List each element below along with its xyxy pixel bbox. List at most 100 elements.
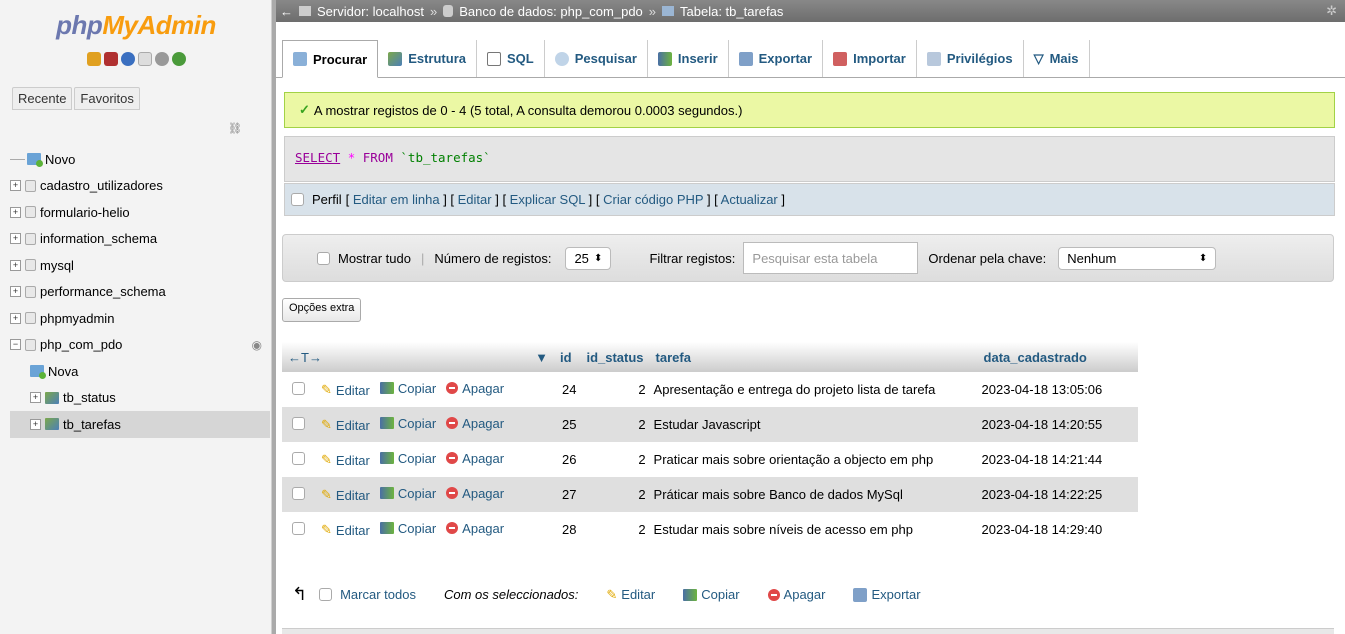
cell-id[interactable]: 26 bbox=[554, 442, 581, 477]
edit-button[interactable]: ✎ Editar bbox=[321, 382, 370, 398]
edit-button[interactable]: ✎ Editar bbox=[321, 417, 370, 433]
cell-id-status[interactable]: 2 bbox=[580, 512, 650, 547]
cell-id[interactable]: 28 bbox=[554, 512, 581, 547]
cell-id-status[interactable]: 2 bbox=[580, 407, 650, 442]
show-all-checkbox[interactable] bbox=[317, 251, 330, 265]
create-php-link[interactable]: Criar código PHP bbox=[603, 192, 703, 207]
table-row[interactable]: ✎ Editar Copiar Apagar 25 2 Estudar Javascript… bbox=[282, 407, 1138, 442]
delete-button[interactable]: Apagar bbox=[446, 416, 504, 431]
tree-new[interactable]: Novo bbox=[10, 146, 270, 173]
inline-edit-link[interactable]: Editar em linha bbox=[353, 192, 440, 207]
breadcrumb-table[interactable]: Tabela: tb_tarefas bbox=[680, 4, 783, 19]
tab-import[interactable]: Importar bbox=[823, 40, 917, 77]
row-checkbox[interactable] bbox=[292, 381, 305, 395]
tree-table-new[interactable]: Nova bbox=[10, 358, 270, 385]
phpmyadmin-logo[interactable]: phpMyAdmin bbox=[0, 10, 272, 41]
home-icon[interactable] bbox=[87, 52, 101, 66]
sql-keyword-select[interactable]: SELECT bbox=[295, 150, 340, 165]
cell-tarefa[interactable]: Apresentação e entrega do projeto lista … bbox=[649, 372, 978, 407]
row-checkbox[interactable] bbox=[292, 451, 305, 465]
delete-button[interactable]: Apagar bbox=[446, 451, 504, 466]
settings-icon[interactable] bbox=[155, 52, 169, 66]
expand-icon[interactable]: + bbox=[30, 418, 41, 430]
cell-id[interactable]: 25 bbox=[554, 407, 581, 442]
check-all-link[interactable]: Marcar todos bbox=[340, 587, 416, 602]
breadcrumb-database[interactable]: Banco de dados: php_com_pdo bbox=[459, 4, 643, 19]
profile-checkbox[interactable] bbox=[291, 193, 304, 206]
cell-data-cadastrado[interactable]: 2023-04-18 14:29:40 bbox=[977, 512, 1138, 547]
collapse-icon[interactable]: − bbox=[10, 339, 21, 351]
link-with-main-icon[interactable]: ⛓ bbox=[228, 122, 242, 135]
bulk-export-button[interactable]: Exportar bbox=[853, 587, 921, 602]
tree-db-mysql[interactable]: + mysql bbox=[10, 252, 270, 279]
row-checkbox[interactable] bbox=[292, 521, 305, 535]
docs-icon[interactable] bbox=[138, 52, 152, 66]
tab-export[interactable]: Exportar bbox=[729, 40, 824, 77]
cell-id[interactable]: 24 bbox=[554, 372, 581, 407]
expand-icon[interactable]: + bbox=[10, 312, 21, 324]
copy-button[interactable]: Copiar bbox=[379, 381, 436, 396]
delete-button[interactable]: Apagar bbox=[446, 486, 504, 501]
table-row[interactable]: ✎ Editar Copiar Apagar 27 2 Práticar mais sobr… bbox=[282, 477, 1138, 512]
copy-button[interactable]: Copiar bbox=[379, 451, 436, 466]
help-icon[interactable] bbox=[121, 52, 135, 66]
tab-favorites[interactable]: Favoritos bbox=[74, 87, 140, 110]
panel-divider[interactable] bbox=[272, 0, 276, 634]
tab-privileges[interactable]: Privilégios bbox=[917, 40, 1024, 77]
cell-tarefa[interactable]: Estudar Javascript bbox=[649, 407, 978, 442]
expand-icon[interactable]: + bbox=[10, 180, 21, 192]
edit-button[interactable]: ✎ Editar bbox=[321, 522, 370, 538]
bulk-copy-button[interactable]: Copiar bbox=[683, 587, 740, 602]
refresh-link[interactable]: Actualizar bbox=[721, 192, 778, 207]
bulk-delete-button[interactable]: Apagar bbox=[767, 587, 825, 602]
tree-db-performance-schema[interactable]: + performance_schema bbox=[10, 279, 270, 306]
tree-db-cadastro[interactable]: + cadastro_utilizadores bbox=[10, 173, 270, 200]
edit-button[interactable]: ✎ Editar bbox=[321, 452, 370, 468]
tree-db-phpmyadmin[interactable]: + phpmyadmin bbox=[10, 305, 270, 332]
tab-browse[interactable]: Procurar bbox=[282, 40, 379, 78]
expand-icon[interactable]: + bbox=[10, 286, 21, 298]
tab-more[interactable]: ▽ Mais bbox=[1024, 40, 1090, 77]
tree-db-information-schema[interactable]: + information_schema bbox=[10, 226, 270, 253]
cell-id-status[interactable]: 2 bbox=[580, 372, 650, 407]
delete-button[interactable]: Apagar bbox=[446, 521, 504, 536]
tree-table-tb-tarefas[interactable]: + tb_tarefas bbox=[10, 411, 270, 438]
expand-icon[interactable]: + bbox=[10, 233, 21, 245]
expand-icon[interactable]: + bbox=[30, 392, 41, 404]
cell-data-cadastrado[interactable]: 2023-04-18 14:21:44 bbox=[977, 442, 1138, 477]
cell-id-status[interactable]: 2 bbox=[580, 477, 650, 512]
table-row[interactable]: ✎ Editar Copiar Apagar 26 2 Praticar mais sobr… bbox=[282, 442, 1138, 477]
sort-key-select[interactable]: Nenhum ⬍ bbox=[1058, 246, 1217, 270]
cell-tarefa[interactable]: Estudar mais sobre níveis de acesso em p… bbox=[649, 512, 978, 547]
cell-id[interactable]: 27 bbox=[554, 477, 581, 512]
gear-icon[interactable]: ✲ bbox=[1326, 3, 1337, 19]
back-arrow-icon[interactable]: ← bbox=[280, 4, 293, 19]
col-header-id[interactable]: id bbox=[554, 342, 581, 372]
tab-structure[interactable]: Estrutura bbox=[378, 40, 477, 77]
row-checkbox[interactable] bbox=[292, 416, 305, 430]
cell-data-cadastrado[interactable]: 2023-04-18 14:20:55 bbox=[977, 407, 1138, 442]
cell-id-status[interactable]: 2 bbox=[580, 442, 650, 477]
bulk-edit-button[interactable]: ✎ Editar bbox=[606, 587, 655, 603]
table-row[interactable]: ✎ Editar Copiar Apagar 28 2 Estudar mais sobre… bbox=[282, 512, 1138, 547]
delete-button[interactable]: Apagar bbox=[446, 381, 504, 396]
sort-desc-icon[interactable]: ▼ bbox=[535, 350, 548, 365]
tab-sql[interactable]: SQL bbox=[477, 40, 545, 77]
tree-db-formulario[interactable]: + formulario-helio bbox=[10, 199, 270, 226]
expand-icon[interactable]: + bbox=[10, 259, 21, 271]
col-header-tarefa[interactable]: tarefa bbox=[649, 342, 978, 372]
cell-tarefa[interactable]: Práticar mais sobre Banco de dados MySql bbox=[649, 477, 978, 512]
explain-sql-link[interactable]: Explicar SQL bbox=[510, 192, 585, 207]
cell-data-cadastrado[interactable]: 2023-04-18 14:22:25 bbox=[977, 477, 1138, 512]
filter-input[interactable]: Pesquisar esta tabela bbox=[743, 242, 919, 274]
row-checkbox[interactable] bbox=[292, 486, 305, 500]
num-rows-select[interactable]: 25 ⬍ bbox=[565, 246, 612, 270]
extra-options-button[interactable]: Opções extra bbox=[282, 298, 362, 322]
tree-table-tb-status[interactable]: + tb_status bbox=[10, 385, 270, 412]
edit-link[interactable]: Editar bbox=[458, 192, 492, 207]
breadcrumb-server[interactable]: Servidor: localhost bbox=[317, 4, 424, 19]
expand-icon[interactable]: + bbox=[10, 206, 21, 218]
table-row[interactable]: ✎ Editar Copiar Apagar 24 2 Apresentação e ent… bbox=[282, 372, 1138, 407]
tab-insert[interactable]: Inserir bbox=[648, 40, 729, 77]
tab-search[interactable]: Pesquisar bbox=[545, 40, 648, 77]
